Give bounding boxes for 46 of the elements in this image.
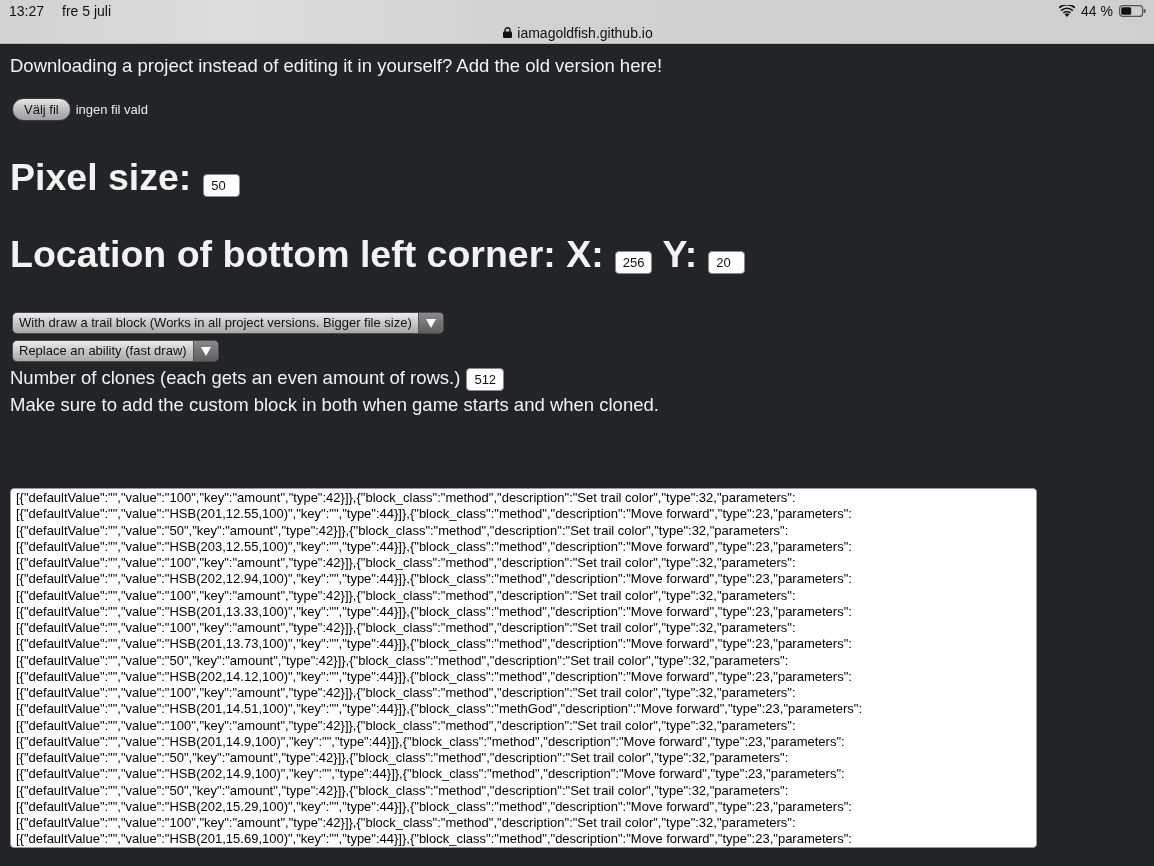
text-line: [{"defaultValue":"","value":"50","key":"amount","type":42}]},{"block_class":"method","description":"Set trail color","type":32,"parameters":: [16, 750, 789, 767]
text-line: [{"defaultValue":"","value":"HSB(202,14.12,100)","key":"","type":44}]},{"block_class":"method","description":"Move forward","type":23,"parameters":: [16, 668, 852, 685]
text-line: [{"defaultValue":"","value":"HSB(202,15.29,100)","key":"","type":44}]},{"block_class":"method","description":"Move forward","type":23,"parameters":: [16, 798, 852, 815]
pixel-size-heading: Pixel size:: [10, 156, 192, 199]
lock-icon: [503, 27, 513, 38]
text-line: [{"defaultValue":"","value":"HSB(201,14.51,100)","key":"","type":44}]},{"block_class":"methGod","description":"Move forward","type":23,"parameters":: [16, 701, 862, 718]
text-line: [{"defaultValue":"","value":"50","key":"amount","type":42}]},{"block_class":"method","description":"Set trail color","type":32,"parameters":: [16, 522, 789, 539]
y-label: Y:: [662, 233, 698, 276]
pixel-size-input[interactable]: 50: [203, 174, 241, 197]
text-line: [{"defaultValue":"","value":"100","key":"amount","type":42}]},{"block_class":"method","description":"Set trail color","type":32,"parameters":: [16, 587, 796, 604]
text-line: [{"defaultValue":"","value":"HSB(201,15.69,100)","key":"","type":44}]},{"block_class":"method","description":"Move forward","type":23,"parameters":: [16, 831, 852, 847]
dropdown-select[interactable]: With draw a trail block (Works in all project versions. Bigger file size): [12, 312, 444, 334]
choose-file-button[interactable]: Välj fil: [12, 98, 71, 121]
y-input[interactable]: 20: [708, 251, 746, 274]
location-heading: Location of bottom left corner: X:: [10, 233, 604, 276]
dropdown-arrow-icon: [425, 318, 436, 328]
text-line: [{"defaultValue":"","value":"100","key":"amount","type":42}]},{"block_class":"method","description":"Set trail color","type":32,"parameters":: [16, 717, 796, 734]
text-line: [{"defaultValue":"","value":"50","key":"amount","type":42}]},{"block_class":"method","description":"Set trail color","type":32,"parameters":: [16, 782, 789, 799]
intro-text: Downloading a project instead of editing it in yourself? Add the old version here!: [10, 55, 663, 77]
battery-icon: [1119, 5, 1146, 17]
x-input[interactable]: 256: [614, 251, 653, 274]
text-line: [{"defaultValue":"","value":"100","key":"amount","type":42}]},{"block_class":"method","description":"Set trail color","type":32,"parameters":: [16, 815, 796, 832]
file-status-text: ingen fil vald: [75, 102, 148, 117]
clones-input[interactable]: 512: [466, 368, 505, 391]
text-line: [{"defaultValue":"","value":"100","key":"amount","type":42}]},{"block_class":"method","description":"Set trail color","type":32,"parameters":: [16, 555, 796, 572]
text-line: [{"defaultValue":"","value":"HSB(201,13.73,100)","key":"","type":44}]},{"block_class":"method","description":"Move forward","type":23,"parameters":: [16, 636, 852, 653]
text-line: [{"defaultValue":"","value":"HSB(201,14.9,100)","key":"","type":44}]},{"block_class":"method","description":"Move forward","type":23,"parameters":: [16, 733, 845, 750]
text-line: [{"defaultValue":"","value":"100","key":"amount","type":42}]},{"block_class":"method","description":"Set trail color","type":32,"parameters":: [16, 490, 796, 507]
text-line: [{"defaultValue":"","value":"100","key":"amount","type":42}]},{"block_class":"method","description":"Set trail color","type":32,"parameters":: [16, 620, 796, 637]
dropdown-arrow-icon: [200, 346, 211, 356]
text-line: [{"defaultValue":"","value":"HSB(201,12.55,100)","key":"","type":44}]},{"block_class":"method","description":"Move forward","type":23,"parameters":: [16, 506, 852, 523]
status-time: 13:27: [9, 3, 45, 19]
wifi-icon: [1059, 5, 1076, 17]
note-text: Make sure to add the custom block in both when game starts and when cloned.: [10, 394, 659, 416]
battery-percentage: 44 %: [1081, 3, 1113, 19]
url-text[interactable]: iamagoldfish.github.io: [517, 24, 653, 41]
text-line: [{"defaultValue":"","value":"100","key":"amount","type":42}]},{"block_class":"method","description":"Set trail color","type":32,"parameters":: [16, 685, 796, 702]
status-date: fre 5 juli: [62, 3, 112, 19]
text-line: [{"defaultValue":"","value":"HSB(203,12.55,100)","key":"","type":44}]},{"block_class":"method","description":"Move forward","type":23,"parameters":: [16, 538, 852, 555]
text-line: [{"defaultValue":"","value":"HSB(202,14.9,100)","key":"","type":44}]},{"block_class":"method","description":"Move forward","type":23,"parameters":: [16, 766, 845, 783]
text-line: [{"defaultValue":"","value":"HSB(201,13.33,100)","key":"","type":44}]},{"block_class":"method","description":"Move forward","type":23,"parameters":: [16, 603, 852, 620]
text-line: [{"defaultValue":"","value":"HSB(202,12.94,100)","key":"","type":44}]},{"block_class":"method","description":"Move forward","type":23,"parameters":: [16, 571, 852, 588]
output-text-area[interactable]: [10, 488, 1037, 848]
dropdown-select[interactable]: Replace an ability (fast draw): [12, 340, 219, 362]
text-line: [{"defaultValue":"","value":"50","key":"amount","type":42}]},{"block_class":"method","description":"Set trail color","type":32,"parameters":: [16, 652, 789, 669]
clones-label: Number of clones (each gets an even amount of rows.): [10, 366, 461, 390]
